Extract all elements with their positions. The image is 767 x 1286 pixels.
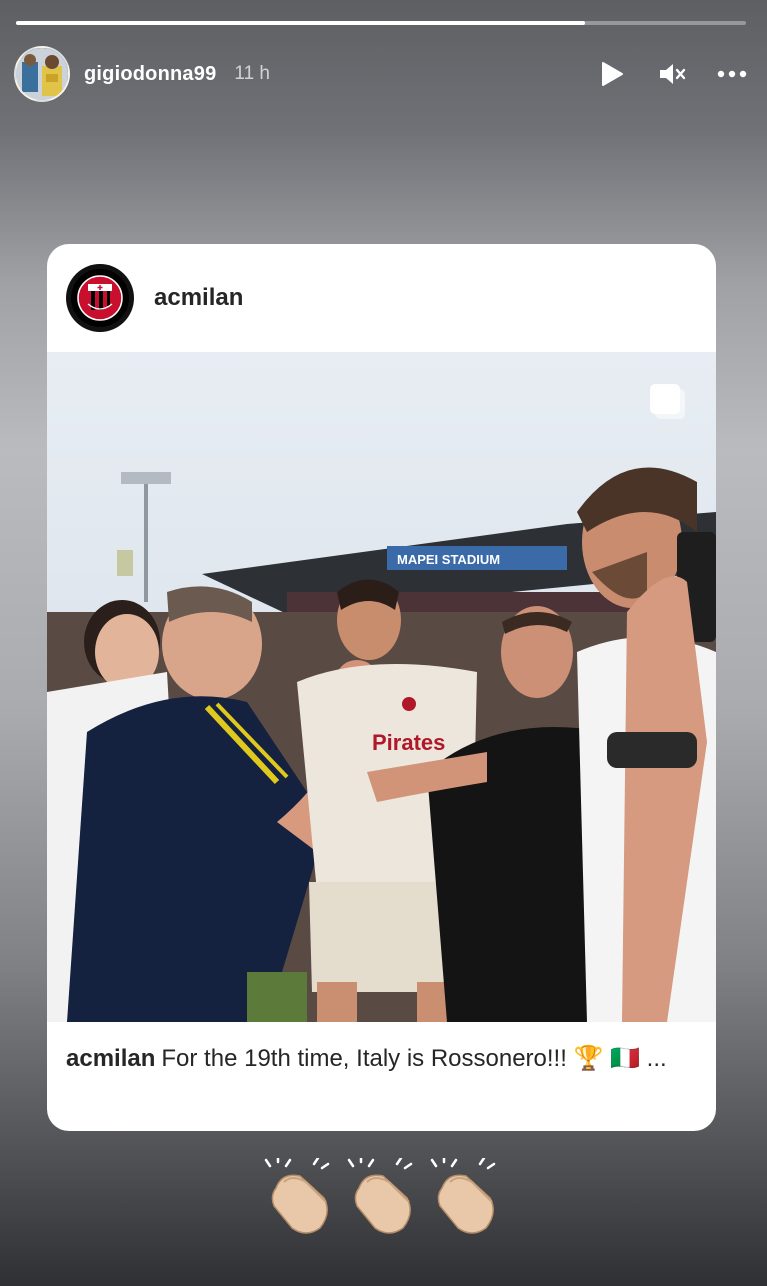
shared-post-card[interactable]: acmilan MAPEI STADIUM Pirates acmilan Fo…: [47, 244, 716, 1131]
story-progress-track: [16, 21, 746, 25]
play-icon[interactable]: [597, 59, 627, 89]
story-timestamp: 11 h: [234, 63, 270, 84]
post-author[interactable]: acmilan: [154, 284, 243, 312]
clapping-hands-icon: [262, 1158, 336, 1238]
more-horizontal-icon[interactable]: [717, 59, 747, 89]
avatar[interactable]: [14, 46, 70, 102]
story-username[interactable]: gigiodonna99: [84, 63, 216, 86]
carousel-icon: [646, 380, 690, 429]
story-progress-fill: [16, 21, 586, 25]
header-actions: [597, 59, 747, 89]
clapping-hands-icon: [428, 1158, 502, 1238]
story-header: gigiodonna99 11 h: [14, 46, 747, 102]
post-caption: acmilan For the 19th time, Italy is Rosso…: [66, 1042, 696, 1076]
clapping-hands-sticker[interactable]: [262, 1158, 502, 1238]
speaker-muted-icon[interactable]: [657, 59, 687, 89]
caption-username[interactable]: acmilan: [66, 1045, 155, 1072]
jersey-text: Pirates: [372, 730, 445, 755]
clapping-hands-icon: [345, 1158, 419, 1238]
stadium-banner: MAPEI STADIUM: [397, 552, 500, 567]
post-photo[interactable]: MAPEI STADIUM Pirates: [47, 352, 716, 1022]
caption-text: For the 19th time, Italy is Rossonero!!!…: [161, 1045, 667, 1072]
post-header: acmilan: [47, 244, 716, 352]
ac-milan-logo-icon[interactable]: [66, 264, 134, 332]
